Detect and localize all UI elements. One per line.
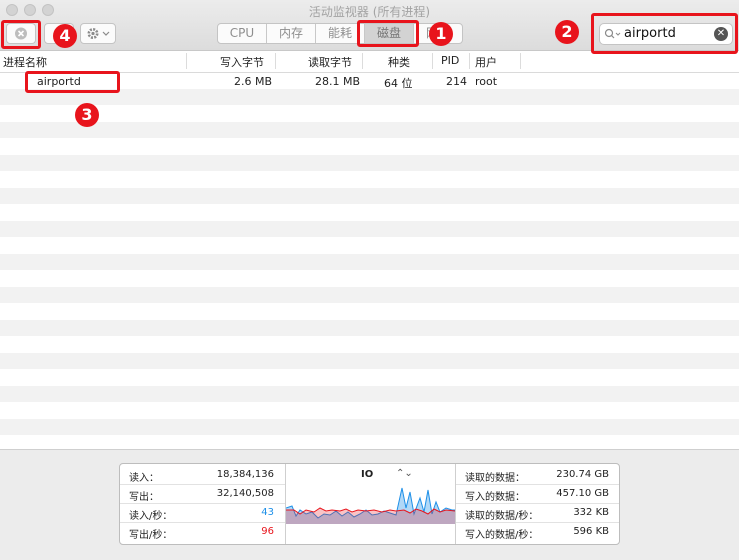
col-bytes-written[interactable]: 写入字节 xyxy=(220,54,264,70)
annotation-box-disk-tab xyxy=(357,20,419,47)
cell-kind: 64 位 xyxy=(384,77,413,90)
tab-bar: CPU 内存 能耗 磁盘 网络 xyxy=(217,23,463,44)
cell-bytes-read: 28.1 MB xyxy=(314,75,360,88)
table-row xyxy=(0,105,739,122)
data-written-label: 写入的数据： xyxy=(465,492,525,503)
table-row xyxy=(0,303,739,320)
annotation-box-stop xyxy=(1,20,41,49)
reads-per-sec-label: 读入/秒： xyxy=(129,511,173,522)
cell-user: root xyxy=(475,75,498,88)
reads-per-sec-value: 43 xyxy=(261,507,274,518)
table-row xyxy=(0,154,739,171)
annotation-badge-1: 1 xyxy=(429,22,453,46)
table-row xyxy=(0,270,739,287)
reads-in-value: 18,384,136 xyxy=(216,469,274,480)
data-read-per-sec-label: 读取的数据/秒： xyxy=(465,511,539,522)
table-row xyxy=(0,121,739,138)
table-row xyxy=(0,187,739,204)
col-process-name[interactable]: 进程名称 xyxy=(3,54,47,70)
table-row xyxy=(0,352,739,369)
table-row xyxy=(0,171,739,188)
col-user[interactable]: 用户 xyxy=(475,54,497,70)
data-read-value: 230.74 GB xyxy=(556,469,609,480)
col-pid[interactable]: PID xyxy=(441,54,459,67)
table-row xyxy=(0,286,739,303)
data-read-per-sec-value: 332 KB xyxy=(573,507,609,518)
table-header: 进程名称 写入字节 读取字节 种类 PID 用户 xyxy=(0,51,739,73)
data-read-label: 读取的数据： xyxy=(465,473,525,484)
table-row xyxy=(0,418,739,435)
table-row xyxy=(0,336,739,353)
process-table xyxy=(0,72,739,449)
table-row xyxy=(0,402,739,419)
writes-per-sec-label: 写出/秒： xyxy=(129,530,173,541)
graph-type-stepper-icon[interactable]: ⌃⌄ xyxy=(396,468,413,479)
col-kind[interactable]: 种类 xyxy=(388,54,410,70)
data-written-per-sec-label: 写入的数据/秒： xyxy=(465,530,539,541)
writes-per-sec-value: 96 xyxy=(261,526,274,537)
gear-menu-button[interactable] xyxy=(80,23,116,44)
io-stats-panel: 读入： 18,384,136 写出： 32,140,508 读入/秒： 43 写… xyxy=(119,463,620,545)
col-bytes-read[interactable]: 读取字节 xyxy=(308,54,352,70)
writes-out-value: 32,140,508 xyxy=(216,488,274,499)
table-row xyxy=(0,369,739,386)
table-row xyxy=(0,138,739,155)
stats-area: 读入： 18,384,136 写出： 32,140,508 读入/秒： 43 写… xyxy=(0,449,739,560)
annotation-box-search xyxy=(591,13,738,54)
data-written-per-sec-value: 596 KB xyxy=(573,526,609,537)
table-row xyxy=(0,385,739,402)
gear-icon xyxy=(87,28,110,39)
table-row xyxy=(0,253,739,270)
annotation-badge-3: 3 xyxy=(75,103,99,127)
annotation-box-process xyxy=(25,71,120,93)
cell-bytes-written: 2.6 MB xyxy=(233,75,272,88)
tab-cpu[interactable]: CPU xyxy=(218,24,267,43)
data-written-value: 457.10 GB xyxy=(556,488,609,499)
annotation-badge-4: 4 xyxy=(53,24,77,48)
table-row xyxy=(0,237,739,254)
table-row xyxy=(0,319,739,336)
table-row xyxy=(0,220,739,237)
graph-title: IO xyxy=(361,469,374,480)
annotation-badge-2: 2 xyxy=(555,20,579,44)
table-row xyxy=(0,204,739,221)
reads-in-label: 读入： xyxy=(129,473,159,484)
writes-out-label: 写出： xyxy=(129,492,159,503)
cell-pid: 214 xyxy=(446,75,467,88)
tab-memory[interactable]: 内存 xyxy=(267,24,316,43)
io-graph xyxy=(286,487,455,524)
